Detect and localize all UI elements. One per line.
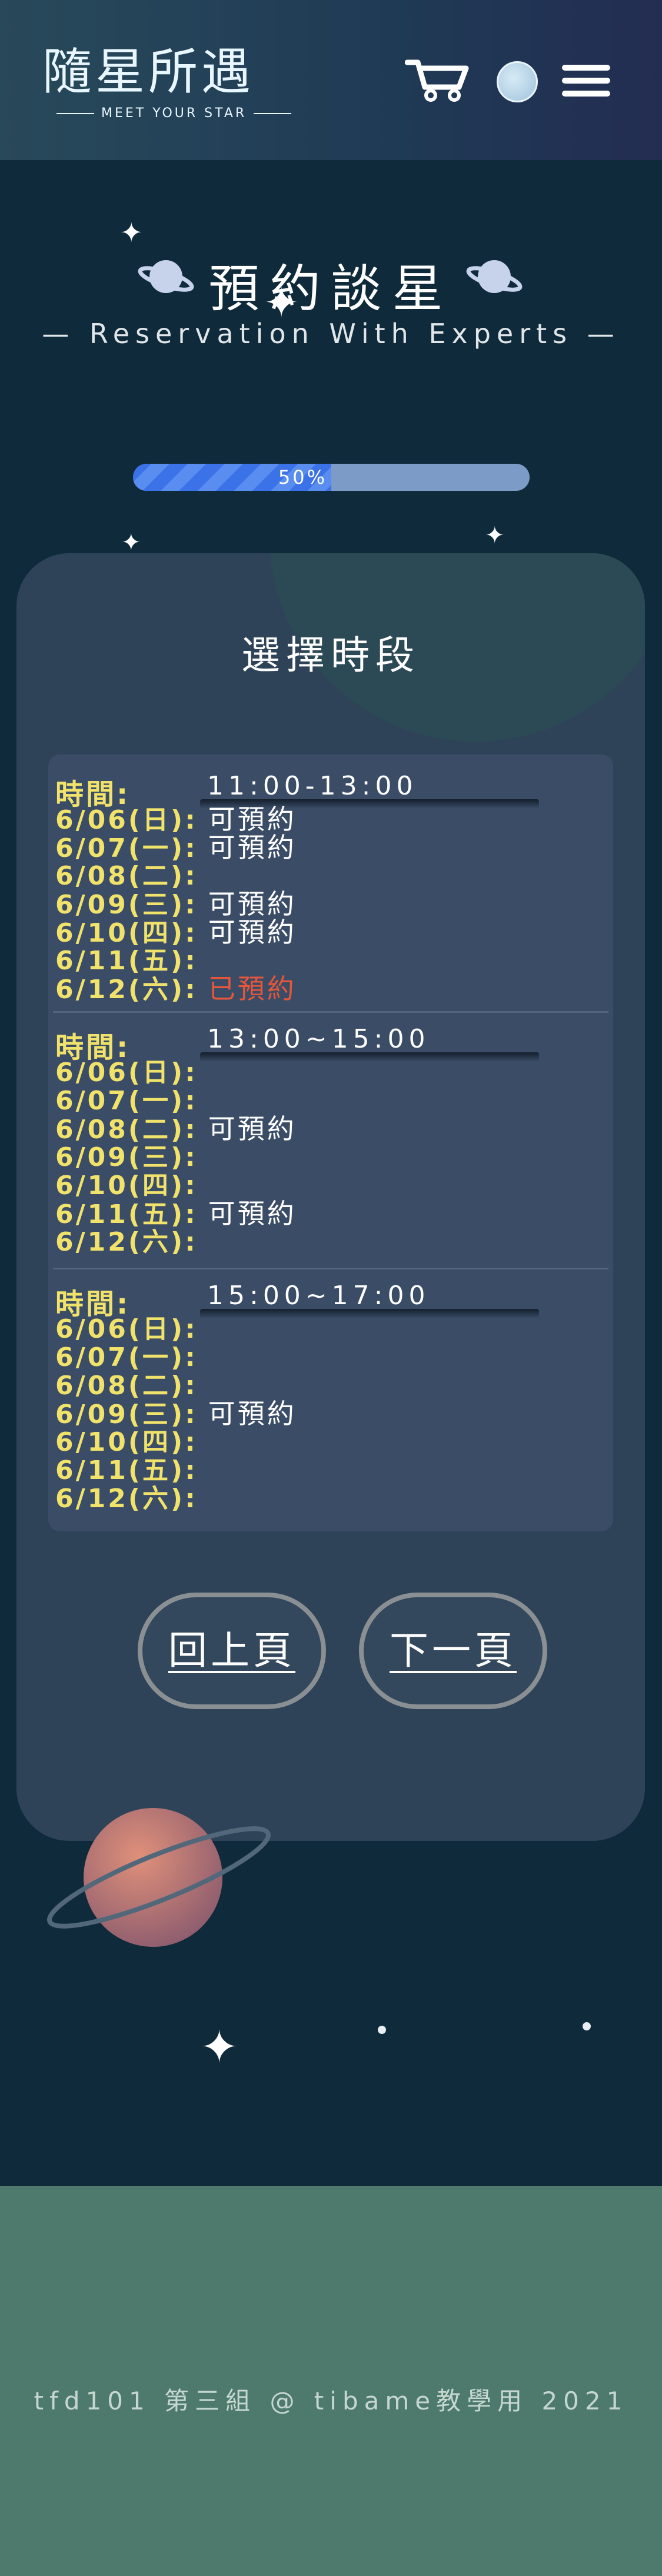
day-row[interactable]: 6/11(五): 可預約 bbox=[55, 1192, 297, 1229]
sparkle-star-icon: ✦ bbox=[485, 522, 505, 549]
cart-icon[interactable] bbox=[405, 55, 470, 102]
day-row[interactable]: 6/11(五): bbox=[55, 939, 208, 976]
schedule-table: 時間: 11:00-13:00 6/06(日): 可預約 6/07(一): 可預約 … bbox=[48, 754, 613, 1531]
page-title-text: 預約談星 bbox=[208, 260, 454, 318]
availability-status[interactable]: 可預約 bbox=[208, 1192, 297, 1231]
booked-status: 已預約 bbox=[208, 973, 297, 1005]
page-subtitle: — Reservation With Experts — bbox=[42, 318, 620, 350]
day-row[interactable]: 6/10(四): bbox=[55, 1421, 208, 1457]
star-dot bbox=[583, 2022, 591, 2030]
day-row[interactable]: 6/08(二): bbox=[55, 855, 208, 891]
time-value: 15:00~17:00 bbox=[207, 1281, 430, 1311]
day-row[interactable]: 6/09(三): 可預約 bbox=[55, 883, 297, 920]
divider bbox=[53, 1268, 608, 1269]
page-title: 預約談星 bbox=[0, 247, 662, 321]
ringed-planet-icon bbox=[47, 1808, 271, 1947]
next-page-button[interactable]: 下一頁 bbox=[359, 1593, 547, 1709]
day-row[interactable]: 6/08(二): bbox=[55, 1364, 208, 1401]
availability-status[interactable]: 可預約 bbox=[208, 826, 297, 865]
day-row[interactable]: 6/12(六): 已預約 bbox=[55, 968, 297, 1005]
site-footer: tfd101 第三組 @ tibame教學用 2021 bbox=[0, 2186, 662, 2576]
availability-status[interactable]: 可預約 bbox=[208, 1108, 297, 1146]
day-row[interactable]: 6/12(六): bbox=[55, 1221, 208, 1257]
day-row[interactable]: 6/06(日): bbox=[55, 1051, 208, 1088]
day-row[interactable]: 6/07(一): bbox=[55, 1079, 208, 1116]
logo-subtitle: MEET YOUR STAR bbox=[49, 106, 298, 121]
sparkle-star-icon: ✦ bbox=[200, 2021, 239, 2074]
prev-page-button[interactable]: 回上頁 bbox=[138, 1593, 326, 1709]
day-row[interactable]: 6/06(日): bbox=[55, 1308, 208, 1344]
divider bbox=[53, 1011, 608, 1013]
availability-status[interactable]: 可預約 bbox=[208, 911, 297, 950]
day-label: 6/12(六): bbox=[55, 975, 198, 1005]
day-row[interactable]: 6/09(三): bbox=[55, 1136, 208, 1172]
day-row[interactable]: 6/08(二): 可預約 bbox=[55, 1108, 297, 1145]
hamburger-menu-icon[interactable] bbox=[562, 65, 610, 97]
booking-card: 選擇時段 時間: 11:00-13:00 6/06(日): 可預約 6/07(一)… bbox=[16, 553, 645, 1841]
footer-text: tfd101 第三組 @ tibame教學用 2021 bbox=[34, 2386, 628, 2415]
day-row[interactable]: 6/09(三): 可預約 bbox=[55, 1392, 297, 1430]
star-dot bbox=[378, 2026, 386, 2034]
sparkle-star-icon: ✦ bbox=[120, 217, 143, 248]
site-header: 隨星所遇 MEET YOUR STAR bbox=[0, 0, 662, 160]
sparkle-star-icon: ✦ bbox=[121, 529, 141, 556]
availability-status[interactable]: 可預約 bbox=[208, 1392, 297, 1431]
day-label: 6/12(六): bbox=[55, 1227, 198, 1257]
progress-label: 50% bbox=[278, 466, 327, 488]
time-value: 11:00-13:00 bbox=[207, 771, 418, 801]
time-value: 13:00~15:00 bbox=[207, 1024, 430, 1054]
logo-title: 隨星所遇 bbox=[42, 43, 255, 101]
day-row[interactable]: 6/11(五): bbox=[55, 1449, 208, 1485]
progress-bar: 50% bbox=[133, 464, 530, 491]
day-row[interactable]: 6/12(六): bbox=[55, 1477, 208, 1514]
site-logo[interactable]: 隨星所遇 MEET YOUR STAR bbox=[42, 47, 278, 124]
day-row[interactable]: 6/10(四): bbox=[55, 1164, 208, 1201]
day-row[interactable]: 6/10(四): 可預約 bbox=[55, 911, 297, 948]
section-title: 選擇時段 bbox=[241, 633, 420, 678]
day-row[interactable]: 6/06(日): 可預約 bbox=[55, 798, 297, 835]
day-row[interactable]: 6/07(一): 可預約 bbox=[55, 826, 297, 863]
day-row[interactable]: 6/07(一): bbox=[55, 1336, 208, 1372]
day-label: 6/12(六): bbox=[55, 1484, 198, 1514]
avatar-icon[interactable] bbox=[497, 61, 538, 102]
